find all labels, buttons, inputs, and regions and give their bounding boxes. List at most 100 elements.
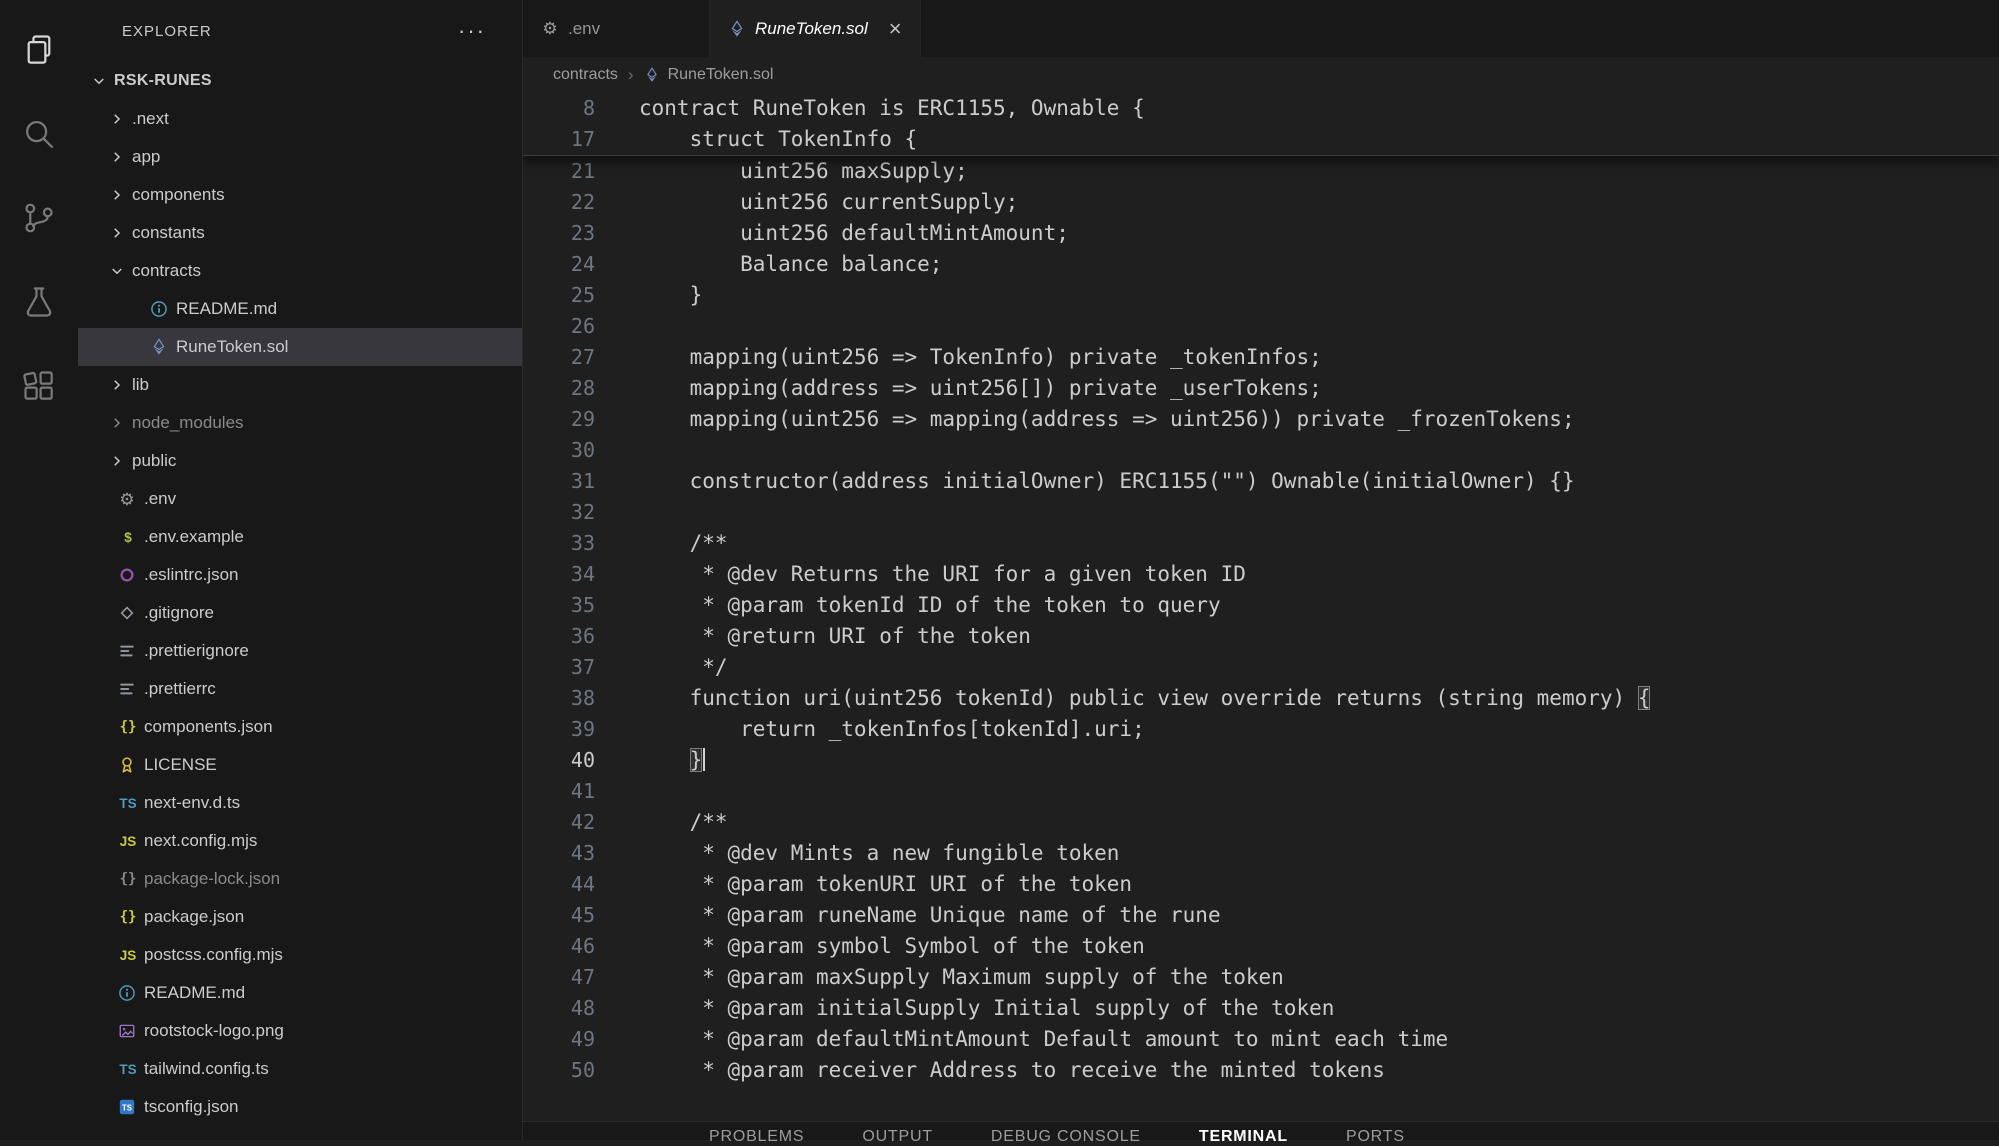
sidebar-item-lib[interactable]: lib (78, 366, 522, 404)
code-line[interactable]: 25 } (523, 280, 1999, 311)
close-icon[interactable]: × (889, 18, 902, 40)
sidebar-item-package-lock-json[interactable]: {}package-lock.json (78, 860, 522, 898)
line-number[interactable]: 34 (523, 559, 595, 590)
code-line[interactable]: 49 * @param defaultMintAmount Default am… (523, 1024, 1999, 1055)
line-number[interactable]: 44 (523, 869, 595, 900)
line-number[interactable]: 33 (523, 528, 595, 559)
code-line[interactable]: 17 struct TokenInfo { (523, 124, 1999, 155)
sidebar-item-components-json[interactable]: {}components.json (78, 708, 522, 746)
sidebar-item--prettierrc[interactable]: .prettierrc (78, 670, 522, 708)
sidebar-item-app[interactable]: app (78, 138, 522, 176)
line-number[interactable]: 29 (523, 404, 595, 435)
line-number[interactable]: 46 (523, 931, 595, 962)
code-line[interactable]: 38 function uri(uint256 tokenId) public … (523, 683, 1999, 714)
line-number[interactable]: 17 (523, 124, 595, 155)
sidebar-item-next-config-mjs[interactable]: JSnext.config.mjs (78, 822, 522, 860)
sidebar-item--env-example[interactable]: $.env.example (78, 518, 522, 556)
line-number[interactable]: 30 (523, 435, 595, 466)
line-number[interactable]: 24 (523, 249, 595, 280)
panel-tab-problems[interactable]: PROBLEMS (709, 1122, 804, 1140)
sidebar-item-rootstock-logo-png[interactable]: rootstock-logo.png (78, 1012, 522, 1050)
line-number[interactable]: 21 (523, 156, 595, 187)
code-line[interactable]: 21 uint256 maxSupply; (523, 156, 1999, 187)
code-line[interactable]: 28 mapping(address => uint256[]) private… (523, 373, 1999, 404)
line-number[interactable]: 42 (523, 807, 595, 838)
code-line[interactable]: 42 /** (523, 807, 1999, 838)
line-number[interactable]: 48 (523, 993, 595, 1024)
line-number[interactable]: 35 (523, 590, 595, 621)
search-icon[interactable] (0, 92, 78, 176)
code-line[interactable]: 23 uint256 defaultMintAmount; (523, 218, 1999, 249)
line-number[interactable]: 23 (523, 218, 595, 249)
tab--env[interactable]: ⚙.env (523, 0, 710, 57)
sidebar-item--gitignore[interactable]: .gitignore (78, 594, 522, 632)
line-number[interactable]: 28 (523, 373, 595, 404)
code-line[interactable]: 32 (523, 497, 1999, 528)
sidebar-item--prettierignore[interactable]: .prettierignore (78, 632, 522, 670)
code-line[interactable]: 46 * @param symbol Symbol of the token (523, 931, 1999, 962)
line-number[interactable]: 37 (523, 652, 595, 683)
line-number[interactable]: 39 (523, 714, 595, 745)
panel-tab-ports[interactable]: PORTS (1346, 1122, 1405, 1140)
line-number[interactable]: 43 (523, 838, 595, 869)
tab-runetoken-sol[interactable]: RuneToken.sol× (710, 0, 921, 57)
sidebar-item-root[interactable]: RSK-RUNES (78, 62, 522, 100)
code-line[interactable]: 37 */ (523, 652, 1999, 683)
code-line[interactable]: 33 /** (523, 528, 1999, 559)
code-line[interactable]: 50 * @param receiver Address to receive … (523, 1055, 1999, 1086)
code-line[interactable]: 26 (523, 311, 1999, 342)
sidebar-item-public[interactable]: public (78, 442, 522, 480)
code-line[interactable]: 30 (523, 435, 1999, 466)
source-control-icon[interactable] (0, 176, 78, 260)
line-number[interactable]: 40 (523, 745, 595, 776)
sidebar-item-tailwind-config-ts[interactable]: TStailwind.config.ts (78, 1050, 522, 1088)
code-line[interactable]: 22 uint256 currentSupply; (523, 187, 1999, 218)
sidebar-item--env[interactable]: ⚙.env (78, 480, 522, 518)
line-number[interactable]: 22 (523, 187, 595, 218)
code-line[interactable]: 48 * @param initialSupply Initial supply… (523, 993, 1999, 1024)
code-line[interactable]: 41 (523, 776, 1999, 807)
line-number[interactable]: 27 (523, 342, 595, 373)
testing-icon[interactable] (0, 260, 78, 344)
explorer-icon[interactable] (0, 8, 78, 92)
code-line[interactable]: 8contract RuneToken is ERC1155, Ownable … (523, 93, 1999, 124)
sidebar-item-components[interactable]: components (78, 176, 522, 214)
code-line[interactable]: 39 return _tokenInfos[tokenId].uri; (523, 714, 1999, 745)
sidebar-item--eslintrc-json[interactable]: .eslintrc.json (78, 556, 522, 594)
code-line[interactable]: 40 } (523, 745, 1999, 776)
panel-tab-output[interactable]: OUTPUT (862, 1122, 933, 1140)
sidebar-item-package-json[interactable]: {}package.json (78, 898, 522, 936)
code-line[interactable]: 44 * @param tokenURI URI of the token (523, 869, 1999, 900)
line-number[interactable]: 50 (523, 1055, 595, 1086)
breadcrumb-item[interactable]: contracts (553, 66, 618, 84)
code-line[interactable]: 47 * @param maxSupply Maximum supply of … (523, 962, 1999, 993)
more-actions-icon[interactable]: ··· (458, 20, 486, 42)
code-editor[interactable]: 8contract RuneToken is ERC1155, Ownable … (523, 93, 1999, 1121)
code-line[interactable]: 31 constructor(address initialOwner) ERC… (523, 466, 1999, 497)
code-line[interactable]: 35 * @param tokenId ID of the token to q… (523, 590, 1999, 621)
sidebar-item-readme-md[interactable]: README.md (78, 974, 522, 1012)
sidebar-item-contracts[interactable]: contracts (78, 252, 522, 290)
sidebar-item-node-modules[interactable]: node_modules (78, 404, 522, 442)
extensions-icon[interactable] (0, 344, 78, 428)
code-line[interactable]: 45 * @param runeName Unique name of the … (523, 900, 1999, 931)
sidebar-item-license[interactable]: LICENSE (78, 746, 522, 784)
sidebar-item-postcss-config-mjs[interactable]: JSpostcss.config.mjs (78, 936, 522, 974)
sidebar-item-readme-md[interactable]: README.md (78, 290, 522, 328)
sidebar-item-next-env-d-ts[interactable]: TSnext-env.d.ts (78, 784, 522, 822)
line-number[interactable]: 45 (523, 900, 595, 931)
line-number[interactable]: 36 (523, 621, 595, 652)
code-line[interactable]: 36 * @return URI of the token (523, 621, 1999, 652)
panel-tab-terminal[interactable]: TERMINAL (1199, 1122, 1288, 1140)
code-line[interactable]: 29 mapping(uint256 => mapping(address =>… (523, 404, 1999, 435)
line-number[interactable]: 25 (523, 280, 595, 311)
line-number[interactable]: 38 (523, 683, 595, 714)
code-line[interactable]: 27 mapping(uint256 => TokenInfo) private… (523, 342, 1999, 373)
line-number[interactable]: 26 (523, 311, 595, 342)
code-line[interactable]: 43 * @dev Mints a new fungible token (523, 838, 1999, 869)
line-number[interactable]: 41 (523, 776, 595, 807)
line-number[interactable]: 47 (523, 962, 595, 993)
line-number[interactable]: 8 (523, 93, 595, 124)
line-number[interactable]: 49 (523, 1024, 595, 1055)
breadcrumb-item[interactable]: RuneToken.sol (644, 66, 774, 84)
